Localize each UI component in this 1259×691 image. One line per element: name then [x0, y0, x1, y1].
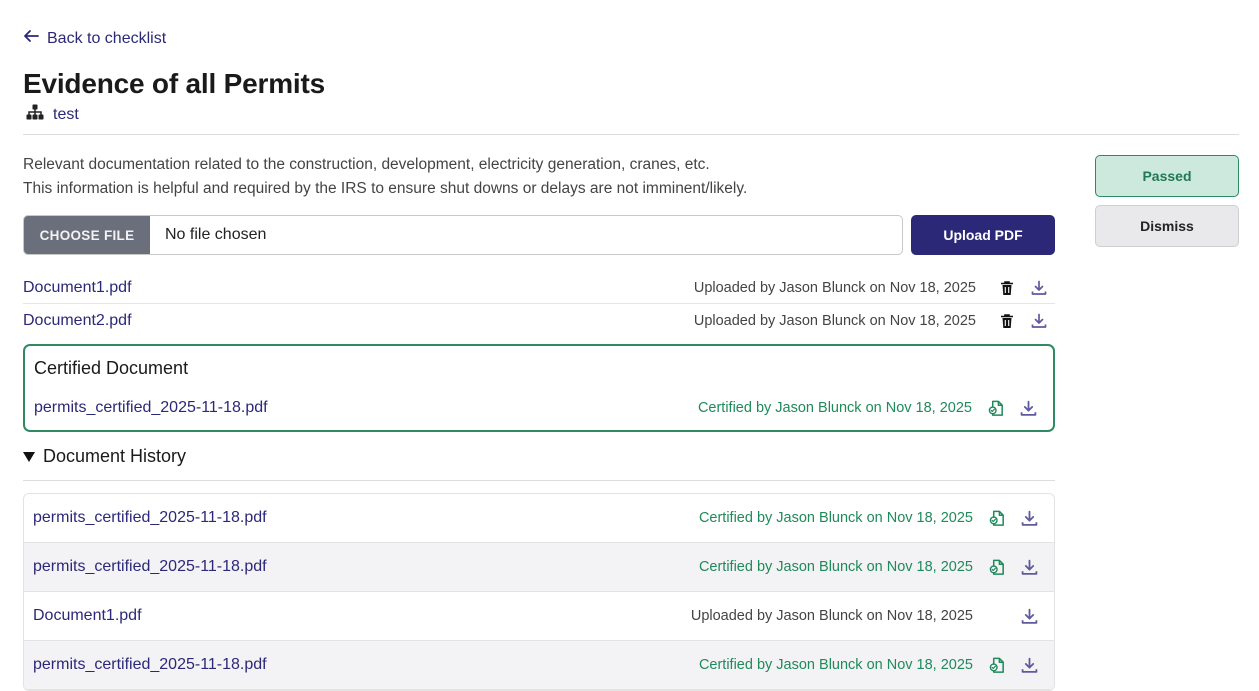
description-line-1: Relevant documentation related to the co… — [23, 156, 710, 173]
document-history-toggle[interactable]: Document History — [23, 446, 186, 467]
document-row: Document2.pdf Uploaded by Jason Blunck o… — [23, 304, 1055, 337]
document-history-heading: Document History — [43, 446, 187, 466]
history-document-meta: Uploaded by Jason Blunck on Nov 18, 2025 — [690, 608, 973, 624]
file-status: No file chosen — [165, 226, 267, 243]
certified-document-link[interactable]: permits_certified_2025-11-18.pdf — [34, 399, 268, 417]
download-icon[interactable] — [1013, 506, 1045, 530]
history-row: permits_certified_2025-11-18.pdf Certifi… — [24, 543, 1054, 592]
caret-down-icon — [23, 451, 35, 462]
file-input[interactable]: CHOOSE FILE No file chosen — [23, 215, 903, 255]
download-icon[interactable] — [1013, 653, 1045, 677]
description-line-2: This information is helpful and required… — [23, 180, 748, 197]
history-row: permits_certified_2025-11-18.pdf Certifi… — [24, 494, 1054, 543]
back-link-label: Back to checklist — [47, 29, 167, 47]
history-document-meta: Certified by Jason Blunck on Nov 18, 202… — [698, 510, 973, 526]
history-document-meta: Certified by Jason Blunck on Nov 18, 202… — [698, 559, 973, 575]
organization-label: test — [53, 105, 79, 123]
document-link[interactable]: Document2.pdf — [23, 312, 132, 330]
history-document-link[interactable]: Document1.pdf — [33, 607, 142, 625]
certified-file-icon[interactable] — [981, 653, 1013, 677]
document-meta: Uploaded by Jason Blunck on Nov 18, 2025 — [693, 312, 976, 329]
back-to-checklist-link[interactable]: Back to checklist — [23, 28, 166, 49]
certified-file-icon[interactable] — [980, 396, 1012, 420]
sitemap-icon — [26, 104, 44, 125]
upload-pdf-button[interactable]: Upload PDF — [911, 215, 1055, 255]
certified-document-row: permits_certified_2025-11-18.pdf Certifi… — [34, 395, 1044, 421]
header-divider — [23, 134, 1239, 135]
history-row: permits_certified_2025-11-18.pdf Certifi… — [24, 641, 1054, 690]
history-document-link[interactable]: permits_certified_2025-11-18.pdf — [33, 656, 267, 674]
download-icon[interactable] — [1013, 555, 1045, 579]
document-history-list: permits_certified_2025-11-18.pdf Certifi… — [23, 493, 1055, 691]
passed-button[interactable]: Passed — [1095, 155, 1239, 197]
history-divider — [23, 480, 1055, 481]
certified-file-icon[interactable] — [981, 506, 1013, 530]
arrow-left-icon — [23, 28, 39, 49]
organization-link[interactable]: test — [26, 104, 79, 125]
dismiss-button[interactable]: Dismiss — [1095, 205, 1239, 247]
download-icon[interactable] — [1012, 396, 1044, 420]
download-icon[interactable] — [1023, 309, 1055, 333]
choose-file-button[interactable]: CHOOSE FILE — [24, 216, 150, 254]
history-document-meta: Certified by Jason Blunck on Nov 18, 202… — [698, 657, 973, 673]
certified-file-icon[interactable] — [981, 555, 1013, 579]
history-row: Document1.pdf Uploaded by Jason Blunck o… — [24, 592, 1054, 641]
document-row: Document1.pdf Uploaded by Jason Blunck o… — [23, 271, 1055, 304]
document-meta: Uploaded by Jason Blunck on Nov 18, 2025 — [693, 279, 976, 296]
page-title: Evidence of all Permits — [23, 68, 325, 99]
certified-document-meta: Certified by Jason Blunck on Nov 18, 202… — [697, 400, 972, 416]
history-document-link[interactable]: permits_certified_2025-11-18.pdf — [33, 558, 267, 576]
download-icon[interactable] — [1013, 604, 1045, 628]
certified-document-card: Certified Document permits_certified_202… — [23, 344, 1055, 432]
certified-document-heading: Certified Document — [34, 358, 189, 378]
download-icon[interactable] — [1023, 276, 1055, 300]
history-document-link[interactable]: permits_certified_2025-11-18.pdf — [33, 509, 267, 527]
trash-icon[interactable] — [991, 276, 1023, 300]
description: Relevant documentation related to the co… — [23, 153, 747, 201]
trash-icon[interactable] — [991, 309, 1023, 333]
document-link[interactable]: Document1.pdf — [23, 279, 132, 297]
